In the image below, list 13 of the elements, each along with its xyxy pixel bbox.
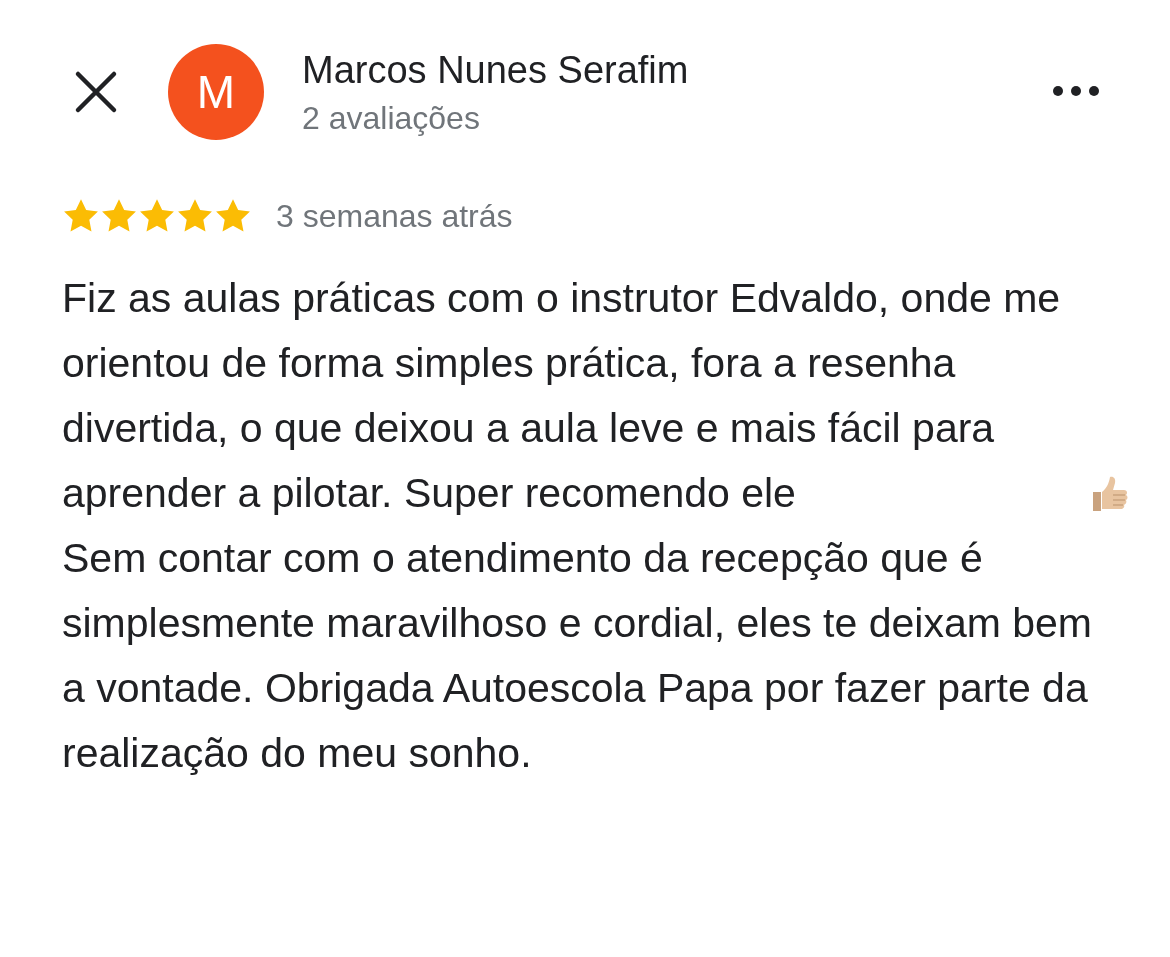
star-icon: [100, 198, 138, 234]
review-text: Fiz as aulas práticas com o instrutor Edvaldo, onde me orientou de forma simples prática, fora a resenha divertida, o que deixou a aula leve e mais fácil para aprender a pilotar. Super recomendo ele: [62, 274, 1062, 518]
review-date: 3 semanas atrás: [276, 197, 513, 236]
star-icon: [138, 198, 176, 234]
star-icon: [176, 198, 214, 234]
star-icon: [214, 198, 252, 234]
more-icon: [1052, 85, 1100, 97]
star-icon: [62, 198, 100, 234]
review-text: Sem contar com o atendimento da recepção que é simplesmente maravilhoso e cordial, eles te deixam bem a vontade. Obrigada Autoescola Papa por fazer parte da realização do meu sonho.: [62, 534, 1092, 778]
author-name[interactable]: Marcos Nunes Serafim: [302, 44, 689, 96]
close-icon: [74, 70, 118, 114]
review-count: 2 avaliações: [302, 99, 481, 138]
thumbs-up-icon: [1090, 474, 1130, 514]
